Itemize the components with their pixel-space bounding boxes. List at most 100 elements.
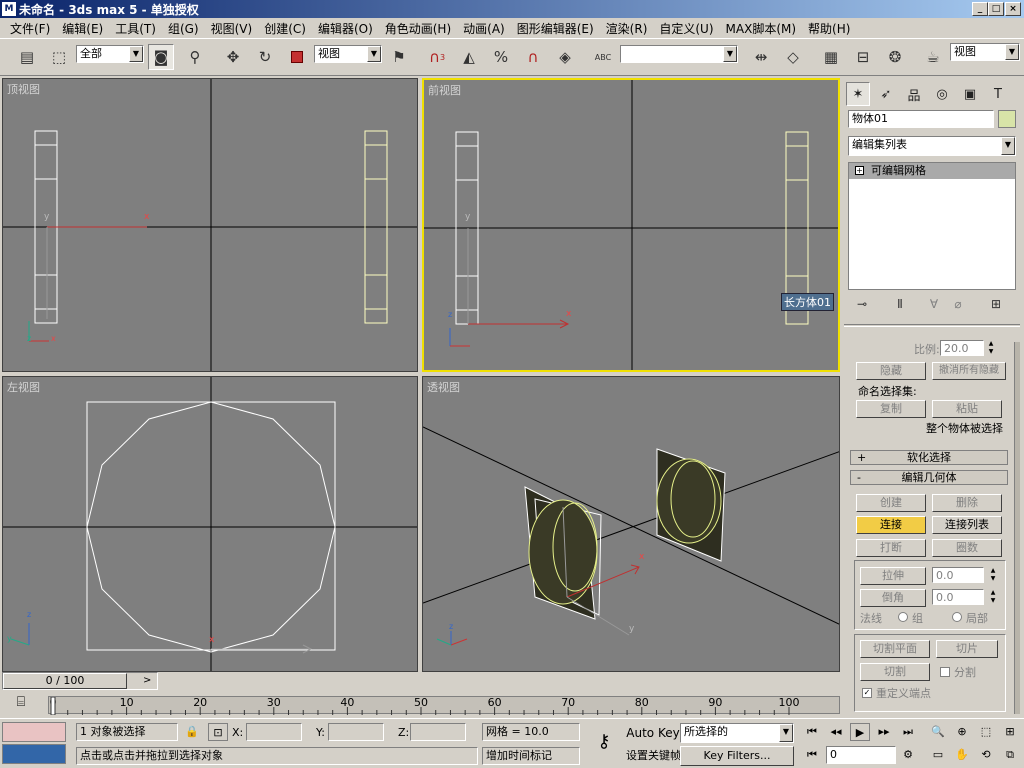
attach-list-button[interactable]: 连接列表 (932, 516, 1002, 534)
slice-plane-button[interactable]: 切割平面 (860, 640, 930, 658)
chamfer-amount-field[interactable]: 0.0 (932, 589, 984, 605)
menu-item-12[interactable]: MAX脚本(M) (720, 20, 803, 37)
prev-frame-icon[interactable]: ◂◂ (826, 723, 846, 741)
key-filters-button[interactable]: Key Filters... (680, 746, 794, 766)
ref-coord-dropdown[interactable]: 视图 ▼ (314, 45, 382, 63)
pan-icon[interactable]: ✋ (952, 746, 972, 764)
slice-button[interactable]: 切片 (936, 640, 998, 658)
lock-icon[interactable]: 🔒 (182, 723, 202, 741)
modify-tab-icon[interactable]: ➶ (874, 82, 898, 106)
make-unique-icon[interactable]: ∀ (922, 294, 946, 314)
region-zoom-icon[interactable]: ▭ (928, 746, 948, 764)
goto-end-icon[interactable]: ⏭ (898, 723, 918, 741)
copy-button[interactable]: 复制 (856, 400, 926, 418)
menu-item-4[interactable]: 视图(V) (205, 20, 259, 37)
modifier-list-dropdown[interactable]: 编辑集列表 ▼ (848, 136, 1016, 156)
object-name-field[interactable]: 物体01 (848, 110, 994, 128)
modifier-stack[interactable]: + 可编辑网格 (848, 162, 1016, 290)
object-color-swatch[interactable] (998, 110, 1016, 128)
key-mode-toggle-icon[interactable]: ⏮ (802, 746, 822, 764)
stack-item[interactable]: + 可编辑网格 (849, 163, 1015, 179)
3ds-max-icon[interactable]: M (2, 2, 16, 16)
edit-geometry-rollout[interactable]: - 编辑几何体 (850, 470, 1008, 485)
hide-button[interactable]: 隐藏 (856, 362, 926, 380)
next-frame-icon[interactable]: ▸▸ (874, 723, 894, 741)
scale-field[interactable]: 20.0 (940, 340, 984, 356)
zoom-icon[interactable]: 🔍 (928, 723, 948, 741)
hierarchy-tab-icon[interactable]: 品 (902, 82, 926, 106)
viewport-front[interactable]: 前视图 x y z 长方体01 (422, 78, 840, 372)
align-icon[interactable]: ◇ (780, 44, 806, 70)
material-editor-icon[interactable]: ❂ (882, 44, 908, 70)
utilities-tab-icon[interactable]: T (986, 82, 1010, 106)
menu-item-11[interactable]: 自定义(U) (653, 20, 719, 37)
create-tab-icon[interactable]: ✶ (846, 82, 870, 106)
expand-icon[interactable]: + (855, 166, 864, 175)
refine-ends-checkbox[interactable]: ✓ (862, 688, 872, 698)
named-selection-dropdown[interactable]: ▼ (620, 45, 738, 63)
y-coord-field[interactable] (328, 723, 384, 741)
delete-button[interactable]: 删除 (932, 494, 1002, 512)
zoom-extents-icon[interactable]: ⬚ (976, 723, 996, 741)
x-coord-field[interactable] (246, 723, 302, 741)
menu-item-6[interactable]: 编辑器(O) (312, 20, 379, 37)
menu-item-10[interactable]: 渲染(R) (600, 20, 654, 37)
zoom-all-icon[interactable]: ⊕ (952, 723, 972, 741)
create-button[interactable]: 创建 (856, 494, 926, 512)
key-icon[interactable]: ⚷ (590, 733, 618, 751)
split-checkbox[interactable] (940, 667, 950, 677)
edit-named-sel-icon[interactable]: ◈ (552, 44, 578, 70)
time-slider-thumb[interactable]: 0 / 100 (3, 673, 127, 689)
next-frame-icon[interactable]: > (143, 673, 151, 689)
pivot-center-icon[interactable]: ⚑ (386, 44, 412, 70)
mirror-abc-icon[interactable]: ABC (590, 44, 616, 70)
attach-button[interactable]: 连接 (856, 516, 926, 534)
play-icon[interactable]: ▶ (850, 723, 870, 741)
menu-item-0[interactable]: 文件(F) (4, 20, 56, 37)
show-end-result-icon[interactable]: Ⅱ (888, 294, 912, 314)
track-view-icon[interactable]: ▦ (818, 44, 844, 70)
remove-modifier-icon[interactable]: ⌀ (946, 294, 970, 314)
extrude-spinner[interactable]: ▲ ▼ (988, 567, 998, 583)
unhide-all-button[interactable]: 撤消所有隐藏 (932, 362, 1006, 380)
configure-sets-icon[interactable]: ⊞ (984, 294, 1008, 314)
panel-scrollbar[interactable] (1014, 342, 1020, 714)
percent-snap-icon[interactable]: % (488, 44, 514, 70)
extrude-amount-field[interactable]: 0.0 (932, 567, 984, 583)
curve-editor-icon[interactable]: ⌸ (10, 694, 32, 714)
transform-mode-icon[interactable]: ⊡ (208, 723, 228, 741)
viewport-left[interactable]: 左视图 x z y (2, 376, 418, 672)
chamfer-button[interactable]: 倒角 (860, 589, 926, 607)
menu-item-1[interactable]: 编辑(E) (56, 20, 109, 37)
motion-tab-icon[interactable]: ◎ (930, 82, 954, 106)
maxscript-listener-blue[interactable] (2, 744, 66, 764)
viewport-perspective[interactable]: 透视图 x y z (422, 376, 840, 672)
maximize-button[interactable]: □ (988, 2, 1004, 16)
z-coord-field[interactable] (410, 723, 466, 741)
menu-item-2[interactable]: 工具(T) (109, 20, 162, 37)
zoom-extents-all-icon[interactable]: ⊞ (1000, 723, 1020, 741)
detach-button[interactable]: 打断 (856, 539, 926, 557)
local-radio[interactable] (952, 612, 962, 622)
time-config-icon[interactable]: ⚙ (898, 746, 918, 764)
viewport-label[interactable]: 透视图 (427, 379, 460, 395)
snap-3d-icon[interactable]: ∩ 3 (424, 44, 450, 70)
menu-item-5[interactable]: 创建(C) (258, 20, 312, 37)
current-frame-marker[interactable] (50, 696, 56, 716)
auto-key-button[interactable]: Auto Key (626, 723, 680, 743)
select-by-region-icon[interactable]: ⬚ (46, 44, 72, 70)
viewport-label[interactable]: 顶视图 (7, 81, 40, 97)
select-and-link-icon[interactable]: ⚲ (182, 44, 208, 70)
menu-item-3[interactable]: 组(G) (162, 20, 205, 37)
soft-selection-rollout[interactable]: + 软化选择 (850, 450, 1008, 465)
set-key-button[interactable]: 设置关键帧 (626, 746, 680, 766)
viewport-label[interactable]: 前视图 (428, 82, 461, 98)
maxscript-listener-pink[interactable] (2, 722, 66, 742)
key-mode-dropdown[interactable]: 所选择的 ▼ (680, 723, 794, 743)
group-radio[interactable] (898, 612, 908, 622)
render-view-dropdown[interactable]: 视图 ▼ (950, 43, 1020, 61)
cut-button[interactable]: 切割 (860, 663, 930, 681)
menu-item-8[interactable]: 动画(A) (457, 20, 511, 37)
scale-spinner[interactable]: ▲ ▼ (986, 340, 996, 356)
display-tab-icon[interactable]: ▣ (958, 82, 982, 106)
